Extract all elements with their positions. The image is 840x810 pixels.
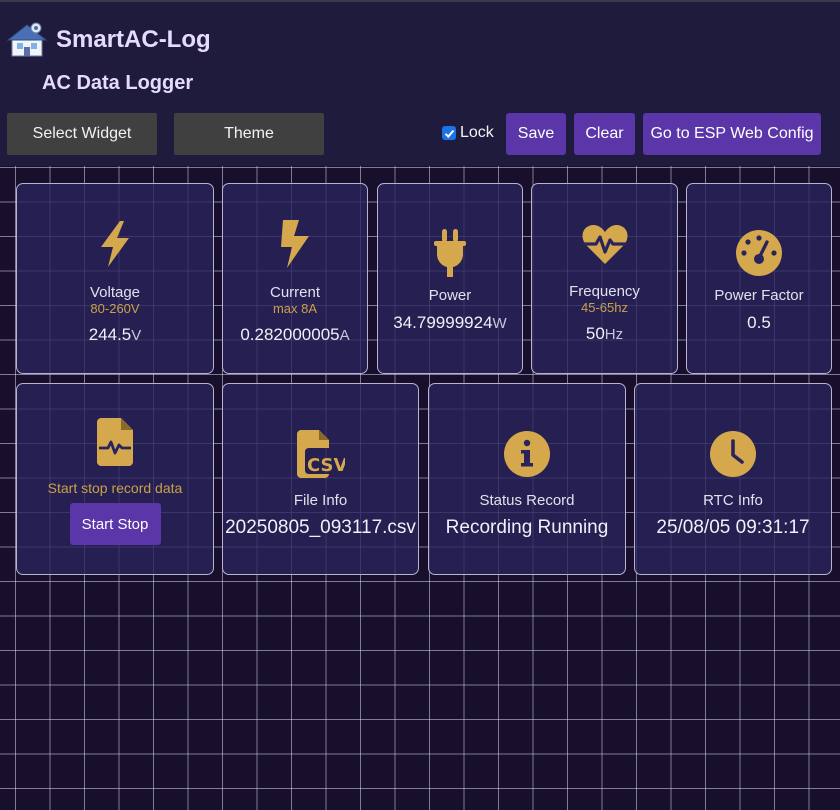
power-widget[interactable]: Power 34.79999924W	[377, 183, 523, 374]
plug-icon	[433, 229, 467, 277]
lock-toggle[interactable]: Lock	[442, 124, 494, 142]
smart-home-logo-icon	[6, 22, 48, 57]
file-waveform-icon	[97, 418, 133, 466]
power-unit: W	[492, 315, 507, 332]
voltage-label: Voltage	[89, 284, 141, 301]
rtc-info-label: RTC Info	[703, 492, 763, 509]
bolt-icon	[277, 220, 313, 268]
current-widget[interactable]: Current max 8A 0.282000005A	[222, 183, 368, 374]
checkmark-icon	[444, 129, 454, 138]
theme-button[interactable]: Theme	[174, 113, 324, 155]
frequency-unit: Hz	[604, 326, 624, 343]
power-value: 34.79999924	[393, 313, 493, 332]
file-info-value: 20250805_093117.csv	[225, 517, 416, 538]
voltage-widget[interactable]: Voltage 80-260V 244.5V	[16, 183, 214, 374]
save-button[interactable]: Save	[506, 113, 566, 155]
bolt-icon	[97, 220, 133, 268]
frequency-label: Frequency	[569, 283, 640, 300]
power-value-line: 34.79999924W	[393, 313, 506, 333]
power-label: Power	[428, 287, 472, 304]
frequency-range: 45-65hz	[581, 300, 628, 315]
frequency-value-line: 50Hz	[586, 324, 623, 344]
current-range: max 8A	[272, 301, 318, 316]
select-widget-button[interactable]: Select Widget	[7, 113, 157, 155]
clear-button[interactable]: Clear	[574, 113, 635, 155]
power-factor-value: 0.5	[747, 313, 771, 332]
current-label: Current	[269, 284, 321, 301]
power-factor-label: Power Factor	[714, 287, 804, 304]
voltage-value: 244.5	[88, 325, 132, 344]
rtc-info-widget[interactable]: RTC Info 25/08/05 09:31:17	[634, 383, 832, 575]
file-info-label: File Info	[293, 492, 348, 509]
lock-checkbox[interactable]	[442, 126, 456, 140]
file-csv-icon: CSV	[296, 430, 345, 478]
header-bar: SmartAC-Log AC Data Logger Select Widget…	[0, 0, 840, 166]
app-title: SmartAC-Log	[56, 26, 211, 53]
record-widget[interactable]: Start stop record data Start Stop	[16, 383, 214, 575]
power-factor-widget[interactable]: Power Factor 0.5	[686, 183, 832, 374]
record-label: Start stop record data	[47, 480, 183, 496]
status-record-widget[interactable]: Status Record Recording Running	[428, 383, 626, 575]
clock-icon	[710, 430, 756, 478]
app-subtitle: AC Data Logger	[42, 72, 194, 94]
current-value: 0.282000005	[240, 325, 340, 344]
status-record-value: Recording Running	[445, 517, 609, 538]
start-stop-record-button[interactable]: Start Stop	[69, 503, 161, 545]
voltage-unit: V	[131, 327, 142, 344]
voltage-range: 80-260V	[90, 301, 140, 316]
gauge-icon	[736, 229, 782, 277]
rtc-info-value: 25/08/05 09:31:17	[656, 517, 810, 538]
frequency-value: 50	[585, 324, 605, 343]
current-unit: A	[339, 327, 350, 344]
lock-label: Lock	[460, 124, 494, 141]
voltage-value-line: 244.5V	[89, 325, 142, 345]
file-info-widget[interactable]: CSV File Info 20250805_093117.csv	[222, 383, 419, 575]
esp-web-config-button[interactable]: Go to ESP Web Config	[643, 113, 821, 155]
status-record-label: Status Record	[479, 492, 575, 509]
svg-text:CSV: CSV	[307, 455, 345, 476]
frequency-widget[interactable]: Frequency 45-65hz 50Hz	[531, 183, 678, 374]
info-circle-icon	[504, 430, 550, 478]
current-value-line: 0.282000005A	[240, 325, 349, 345]
heart-pulse-icon	[582, 224, 628, 266]
